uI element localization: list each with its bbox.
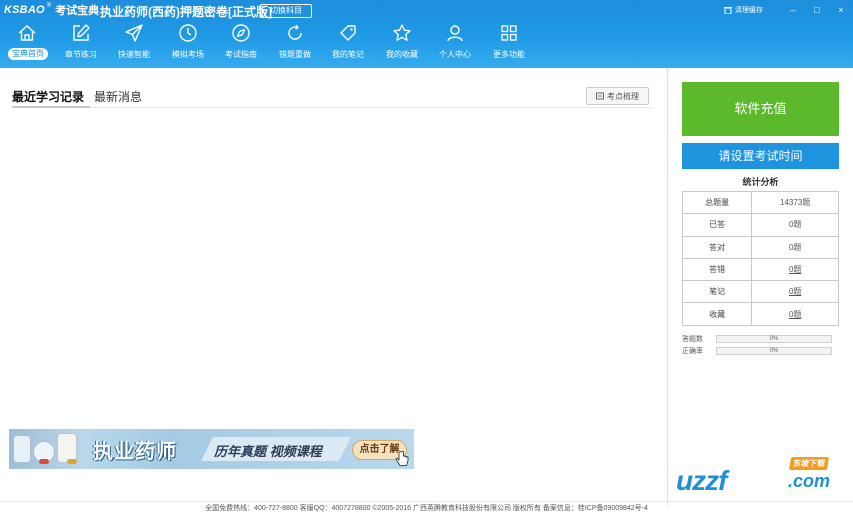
nav-item-exam-guide[interactable]: 考试指南	[216, 22, 266, 64]
logo: KSBAO ® 考试宝典	[4, 3, 99, 17]
clear-cache-button[interactable]: 清理缓存	[724, 5, 763, 15]
kaodian-label: 考点梳理	[607, 91, 639, 101]
table-row: 答对 0题	[681, 235, 839, 259]
stats-value: 0题	[751, 213, 839, 237]
stats-value: 0题	[751, 235, 839, 259]
accuracy-progress-bar: 0%	[716, 347, 832, 355]
progress-label: 正确率	[682, 348, 703, 355]
accuracy-progress-row: 正确率 0%	[682, 346, 834, 356]
user-icon	[447, 25, 463, 42]
nav-label: 我的笔记	[332, 50, 364, 59]
stats-value: 14373题	[751, 190, 839, 215]
logo-text: KSBAO	[4, 4, 45, 16]
nav-item-mock-exam[interactable]: 模拟考场	[163, 22, 213, 64]
banner-subtitle: 历年真题 视频课程	[214, 444, 322, 459]
nav-label: 章节练习	[65, 50, 97, 59]
logo-registered-mark: ®	[46, 3, 52, 9]
tab-latest-news[interactable]: 最新消息	[94, 86, 142, 108]
home-icon	[18, 25, 36, 41]
main-nav: 宝典首页 章节练习 快速智能 模拟考场 考试指南 错题重做 我的笔记 我的收藏 …	[0, 22, 560, 66]
site-watermark: uzzf 东坡下载 .com	[676, 455, 846, 497]
watermark-main: uzzf	[676, 465, 727, 496]
nav-item-my-favorites[interactable]: 我的收藏	[377, 22, 427, 64]
nav-label: 我的收藏	[386, 50, 418, 59]
refresh-icon	[288, 24, 302, 40]
answered-progress-row: 答题数 0%	[682, 334, 834, 344]
hand-cursor-icon	[395, 451, 409, 466]
app-title: 执业药师(西药)押题密卷[正式版]	[100, 5, 272, 19]
stats-label: 答对	[681, 235, 753, 259]
nav-label: 模拟考场	[172, 50, 204, 59]
header-bar: KSBAO ® 考试宝典 执业药师(西药)押题密卷[正式版] 切换科目 清理缓存…	[0, 0, 853, 68]
grid-icon	[501, 25, 517, 41]
favorites-count-link[interactable]: 0题	[751, 302, 839, 326]
recharge-button[interactable]: 软件充值	[682, 82, 839, 136]
table-row: 已答 0题	[681, 213, 839, 237]
watermark-suffix: .com	[788, 471, 831, 491]
star-icon	[393, 24, 411, 41]
compass-icon	[232, 24, 250, 42]
progress-value: 0%	[769, 348, 779, 354]
nav-label: 更多功能	[493, 50, 525, 59]
minimize-button[interactable]: –	[781, 4, 805, 16]
nav-item-personal-center[interactable]: 个人中心	[430, 22, 480, 64]
active-tab-underline	[12, 106, 90, 108]
wrong-count-link[interactable]: 0题	[751, 257, 839, 282]
nav-item-more[interactable]: 更多功能	[484, 22, 534, 64]
notes-count-link[interactable]: 0题	[751, 280, 839, 304]
clock-icon	[179, 24, 197, 42]
nav-label: 考试指南	[225, 50, 257, 59]
edit-icon	[73, 24, 90, 41]
stats-label: 答错	[681, 257, 753, 282]
progress-value: 0%	[769, 336, 779, 342]
set-exam-time-button[interactable]: 请设置考试时间	[682, 143, 839, 169]
table-row: 总题量 14373题	[681, 190, 839, 215]
nav-item-my-notes[interactable]: 我的笔记	[323, 22, 373, 64]
tab-divider	[12, 107, 652, 108]
progress-label: 答题数	[682, 336, 703, 343]
trash-icon	[724, 7, 732, 14]
answered-progress-bar: 0%	[716, 335, 832, 343]
footer-text: 全国免费热线：400-727-8800 客服QQ：4007278800 ©200…	[205, 505, 648, 512]
promo-banner[interactable]: 执业药师 历年真题 视频课程 点击了解	[9, 429, 414, 469]
nav-item-chapter-practice[interactable]: 章节练习	[56, 22, 106, 64]
logo-cn-text: 考试宝典	[55, 5, 100, 17]
stats-title: 统计分析	[742, 177, 779, 187]
kaodian-button[interactable]: 考点梳理	[586, 87, 649, 105]
maximize-button[interactable]: □	[805, 4, 829, 16]
content-tabs: 最近学习记录 最新消息	[12, 86, 142, 108]
outline-icon	[596, 92, 604, 100]
nav-label: 宝典首页	[8, 48, 48, 60]
panel-divider	[667, 68, 668, 505]
clear-cache-label: 清理缓存	[735, 7, 763, 14]
nav-item-quick-smart[interactable]: 快速智能	[109, 22, 159, 64]
nav-label: 快速智能	[118, 50, 150, 59]
window-controls: 清理缓存 – □ ×	[724, 4, 853, 16]
table-row: 答错 0题	[681, 257, 839, 282]
stats-label: 笔记	[681, 280, 753, 304]
stats-table: 总题量 14373题 已答 0题 答对 0题 答错 0题 笔记 0题 收藏 0题	[681, 190, 839, 326]
close-button[interactable]: ×	[829, 4, 853, 16]
stats-label: 已答	[681, 213, 753, 237]
medicine-image	[9, 429, 89, 469]
tab-recent-records[interactable]: 最近学习记录	[12, 86, 84, 108]
tag-icon	[340, 25, 356, 41]
watermark-tag: 东坡下载	[788, 457, 830, 470]
nav-item-home[interactable]: 宝典首页	[2, 22, 52, 64]
table-row: 收藏 0题	[681, 302, 839, 326]
send-icon	[125, 24, 143, 42]
app-window: KSBAO ® 考试宝典 执业药师(西药)押题密卷[正式版] 切换科目 清理缓存…	[0, 0, 853, 515]
table-row: 笔记 0题	[681, 280, 839, 304]
stats-label: 收藏	[681, 302, 753, 326]
nav-label: 个人中心	[439, 50, 471, 59]
stats-label: 总题量	[681, 190, 753, 215]
switch-subject-button[interactable]: 切换科目	[260, 4, 312, 18]
nav-item-wrong-redo[interactable]: 错题重做	[270, 22, 320, 64]
banner-title: 执业药师	[93, 441, 177, 463]
nav-label: 错题重做	[279, 50, 311, 59]
